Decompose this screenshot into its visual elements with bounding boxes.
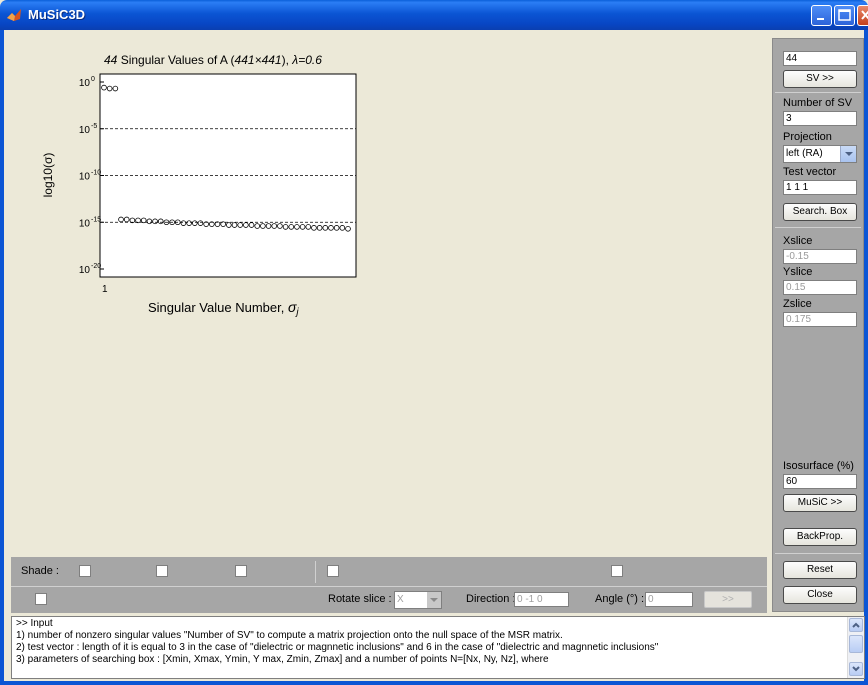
window-title: MuSiC3D xyxy=(28,7,86,22)
chevron-up-icon xyxy=(852,622,860,628)
chevron-down-icon[interactable] xyxy=(427,592,441,608)
y-tick-exponent: 0 xyxy=(91,76,95,83)
y-tick-label: 10 xyxy=(79,265,91,276)
maximize-icon xyxy=(838,9,851,21)
shade-checkbox-3[interactable] xyxy=(235,565,247,577)
shade-checkbox-2[interactable] xyxy=(156,565,168,577)
yslice-input[interactable]: 0.15 xyxy=(783,280,857,295)
window-frame-right xyxy=(864,30,868,685)
console-scrollbar[interactable] xyxy=(847,617,864,678)
apply-rotation-button[interactable]: >> xyxy=(704,591,752,608)
y-tick-exponent: -20 xyxy=(91,263,101,270)
angle-input[interactable]: 0 xyxy=(645,592,693,607)
x-axis-label: Singular Value Number, σj xyxy=(148,299,299,318)
zslice-label: Zslice xyxy=(783,298,812,310)
chevron-down-icon xyxy=(852,666,860,672)
reset-button[interactable]: Reset xyxy=(783,561,857,579)
window-frame-bottom xyxy=(0,681,868,685)
x-tick-label: 1 xyxy=(102,284,108,295)
minimize-button[interactable] xyxy=(811,5,832,26)
console-line: >> Input xyxy=(16,618,53,629)
test-vector-label: Test vector xyxy=(783,166,837,178)
rotate-slice-label: Rotate slice : xyxy=(328,593,392,605)
divider xyxy=(775,227,861,228)
direction-input[interactable]: 0 -1 0 xyxy=(514,592,569,607)
y-tick-exponent: -5 xyxy=(91,123,97,130)
close-icon xyxy=(861,10,868,20)
option-checkbox[interactable] xyxy=(327,565,339,577)
y-tick-exponent: -10 xyxy=(91,170,101,177)
num-sv-input[interactable]: 3 xyxy=(783,111,857,126)
test-vector-input[interactable]: 1 1 1 xyxy=(783,180,857,195)
yslice-label: Yslice xyxy=(783,266,813,278)
y-tick-label: 10 xyxy=(79,218,91,229)
xslice-label: Xslice xyxy=(783,235,813,247)
scroll-down-button[interactable] xyxy=(849,662,863,676)
y-tick-exponent: -15 xyxy=(91,216,101,223)
scroll-thumb[interactable] xyxy=(849,635,863,653)
console-line: 1) number of nonzero singular values "Nu… xyxy=(16,630,563,641)
xslice-input[interactable]: -0.15 xyxy=(783,249,857,264)
divider xyxy=(315,561,316,583)
console-output[interactable]: >> Input 1) number of nonzero singular v… xyxy=(11,616,865,679)
angle-label: Angle (°) : xyxy=(595,593,645,605)
zslice-input[interactable]: 0.175 xyxy=(783,312,857,327)
minimize-icon xyxy=(817,18,824,20)
projection-select[interactable]: left (RA) xyxy=(783,145,857,163)
maximize-button[interactable] xyxy=(834,5,855,26)
num-sv-label: Number of SV xyxy=(783,97,853,109)
matlab-logo-icon xyxy=(7,9,21,21)
sv-count-input[interactable]: 44 xyxy=(783,51,857,66)
chart-title: 44 Singular Values of A (441×441), λ=0.6 xyxy=(104,53,322,67)
divider xyxy=(775,92,861,93)
projection-label: Projection xyxy=(783,131,832,143)
isosurface-input[interactable]: 60 xyxy=(783,474,857,489)
rotate-axis-select[interactable]: X xyxy=(394,591,442,609)
y-tick-label: 10 xyxy=(79,78,91,89)
projection-value: left (RA) xyxy=(786,148,823,159)
title-bar: MuSiC3D xyxy=(0,0,868,30)
y-tick-label: 10 xyxy=(79,125,91,136)
option-checkbox-right[interactable] xyxy=(611,565,623,577)
console-line: 2) test vector : length of it is equal t… xyxy=(16,642,659,653)
y-tick-label: 10 xyxy=(79,172,91,183)
singular-values-chart: 44 Singular Values of A (441×441), λ=0.6… xyxy=(41,53,357,318)
slice-checkbox[interactable] xyxy=(35,593,47,605)
slice-toolbar: Rotate slice : X Direction : 0 -1 0 Angl… xyxy=(11,586,767,613)
music-button[interactable]: MuSiC >> xyxy=(783,494,857,512)
backprop-button[interactable]: BackProp. xyxy=(783,528,857,546)
close-button[interactable]: Close xyxy=(783,586,857,604)
shade-toolbar: Shade : xyxy=(11,557,767,586)
shade-label: Shade : xyxy=(21,565,59,577)
scroll-up-button[interactable] xyxy=(849,618,863,632)
rotate-axis-value: X xyxy=(397,594,404,605)
direction-label: Direction : xyxy=(466,593,516,605)
shade-checkbox-1[interactable] xyxy=(79,565,91,577)
chevron-down-icon[interactable] xyxy=(840,146,856,162)
close-window-button[interactable] xyxy=(857,5,868,26)
isosurface-label: Isosurface (%) xyxy=(783,460,854,472)
divider xyxy=(775,553,861,554)
control-panel: 44 SV >> Number of SV 3 Projection left … xyxy=(772,38,864,612)
window-frame-left xyxy=(0,30,4,685)
y-axis-label: log10(σ) xyxy=(41,153,55,198)
sv-button[interactable]: SV >> xyxy=(783,70,857,88)
search-box-button[interactable]: Search. Box xyxy=(783,203,857,221)
console-line: 3) parameters of searching box : [Xmin, … xyxy=(16,654,549,665)
